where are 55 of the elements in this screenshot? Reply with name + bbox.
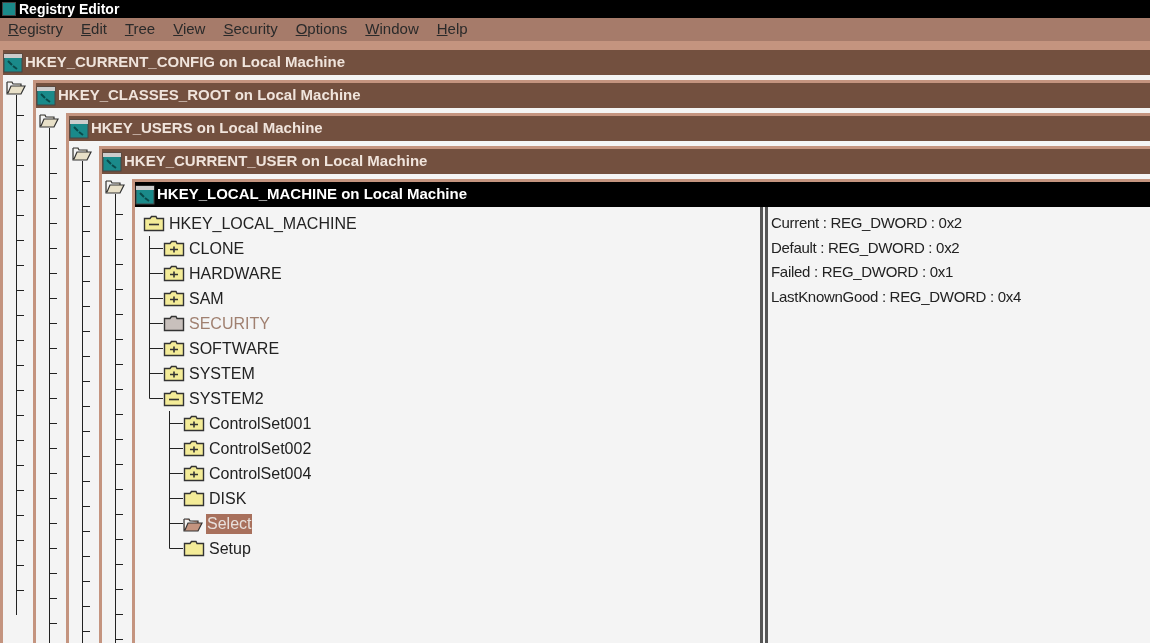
registry-key-label[interactable]: Setup <box>208 538 252 559</box>
registry-key-label[interactable]: SOFTWARE <box>188 338 281 359</box>
open-folder-icon <box>39 112 59 128</box>
tree-connector <box>149 311 163 336</box>
value-entry[interactable]: Default : REG_DWORD : 0x2 <box>771 235 1150 260</box>
menu-item[interactable]: Security <box>223 18 278 41</box>
registry-icon <box>2 2 16 16</box>
registry-key-label[interactable]: ControlSet004 <box>208 463 313 484</box>
window-title: HKEY_LOCAL_MACHINE on Local Machine <box>157 184 468 205</box>
window-title-bar[interactable]: HKEY_USERS on Local Machine <box>69 116 1150 141</box>
value-entry[interactable]: Current : REG_DWORD : 0x2 <box>771 211 1150 236</box>
tree-connector <box>149 336 163 361</box>
menu-item[interactable]: Options <box>295 18 348 41</box>
registry-icon <box>36 85 56 106</box>
app-title: Registry Editor <box>19 1 120 17</box>
window-title-bar[interactable]: HKEY_CURRENT_USER on Local Machine <box>102 149 1150 174</box>
registry-key-label[interactable]: SYSTEM2 <box>188 388 265 409</box>
tree-connector <box>149 286 163 311</box>
menu-item[interactable]: Registry <box>8 18 64 41</box>
window-title-bar[interactable]: HKEY_CURRENT_CONFIG on Local Machine <box>3 50 1150 75</box>
open-folder-icon <box>6 79 26 95</box>
value-entry[interactable]: Failed : REG_DWORD : 0x1 <box>771 260 1150 285</box>
registry-icon <box>135 184 155 205</box>
registry-icon <box>102 151 122 172</box>
registry-key-label[interactable]: SYSTEM <box>188 363 256 384</box>
tree-connector <box>169 486 183 511</box>
registry-key-label[interactable]: DISK <box>208 488 248 509</box>
window-title-bar[interactable]: HKEY_LOCAL_MACHINE on Local Machine <box>135 182 1150 207</box>
tree-connector <box>149 261 163 286</box>
menu-item[interactable]: Edit <box>81 18 107 41</box>
window-title: HKEY_CURRENT_CONFIG on Local Machine <box>25 52 346 73</box>
open-folder-icon <box>105 178 125 194</box>
menu-item[interactable]: Tree <box>124 18 156 41</box>
menu-item[interactable]: Help <box>436 18 468 41</box>
registry-key-label[interactable]: HARDWARE <box>188 263 283 284</box>
menu-item[interactable]: Window <box>365 18 419 41</box>
registry-key-label[interactable]: CLONE <box>188 238 246 259</box>
menu-item[interactable]: View <box>173 18 206 41</box>
value-entry[interactable]: LastKnownGood : REG_DWORD : 0x4 <box>771 284 1150 309</box>
tree-connector <box>169 411 183 436</box>
window-title-bar[interactable]: HKEY_CLASSES_ROOT on Local Machine <box>36 83 1150 108</box>
registry-key-label[interactable]: HKEY_LOCAL_MACHINE <box>168 213 358 234</box>
window-title: HKEY_CURRENT_USER on Local Machine <box>124 151 428 172</box>
tree-connector <box>169 461 183 486</box>
open-folder-icon <box>183 515 203 532</box>
registry-key-label[interactable]: ControlSet002 <box>208 438 313 459</box>
window-title: HKEY_USERS on Local Machine <box>91 118 323 139</box>
registry-icon <box>3 52 23 73</box>
window-title: HKEY_CLASSES_ROOT on Local Machine <box>58 85 361 106</box>
registry-key-label[interactable]: ControlSet001 <box>208 413 313 434</box>
open-folder-icon <box>72 145 92 161</box>
tree-connector <box>149 236 163 261</box>
registry-key-label[interactable]: SAM <box>188 288 225 309</box>
registry-icon <box>69 118 89 139</box>
tree-connector <box>169 436 183 461</box>
